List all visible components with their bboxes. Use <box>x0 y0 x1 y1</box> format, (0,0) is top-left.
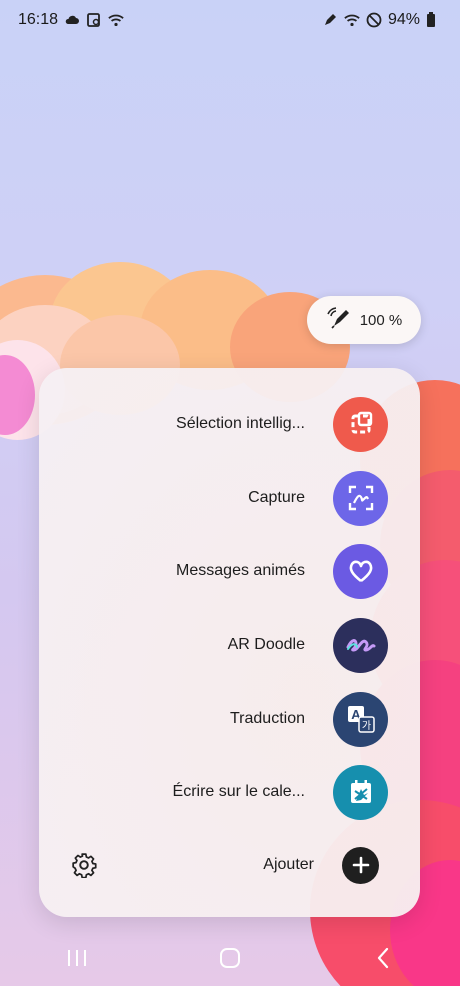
air-command-item-capture[interactable]: Capture <box>39 468 420 528</box>
add-shortcut-button[interactable]: Ajouter <box>39 835 420 895</box>
recent-apps-button[interactable] <box>57 938 97 978</box>
air-command-item-translate[interactable]: Traduction A가 <box>39 689 420 749</box>
add-label: Ajouter <box>263 856 314 873</box>
s-pen-battery-text: 100 % <box>359 311 403 329</box>
live-message-icon <box>333 543 388 599</box>
svg-text:가: 가 <box>361 720 370 732</box>
item-label: Écrire sur le cale... <box>172 783 305 800</box>
air-command-panel: Sélection intellig... Capture Messages a… <box>39 368 420 917</box>
wifi-share-icon <box>108 12 124 28</box>
battery-icon <box>426 12 442 28</box>
air-command-item-write-on-calendar[interactable]: Écrire sur le cale... <box>39 762 420 822</box>
item-label: Traduction <box>230 710 305 727</box>
s-pen-icon <box>326 306 352 334</box>
pen-icon <box>322 12 338 28</box>
item-label: Sélection intellig... <box>176 415 305 432</box>
dnd-icon <box>366 12 382 28</box>
air-command-item-live-message[interactable]: Messages animés <box>39 541 420 601</box>
s-pen-battery-indicator[interactable]: 100 % <box>307 296 421 344</box>
screen-write-icon <box>333 470 388 526</box>
item-label: AR Doodle <box>227 636 305 653</box>
cloud-icon <box>64 12 80 28</box>
calendar-write-icon <box>333 764 388 820</box>
smart-select-icon <box>333 396 388 452</box>
back-button[interactable] <box>363 938 403 978</box>
item-label: Capture <box>248 489 305 506</box>
status-time: 16:18 <box>18 11 59 28</box>
item-label: Messages animés <box>176 562 305 579</box>
home-button[interactable] <box>210 938 250 978</box>
battery-percent: 94% <box>387 11 420 28</box>
navigation-bar <box>0 930 460 986</box>
air-command-item-smart-select[interactable]: Sélection intellig... <box>39 394 420 454</box>
ar-doodle-icon <box>333 617 388 673</box>
home-icon <box>219 948 240 968</box>
plus-icon <box>342 846 379 884</box>
wifi-icon <box>344 12 360 28</box>
recent-apps-icon <box>67 950 86 966</box>
back-icon <box>378 947 389 969</box>
translate-icon: A가 <box>333 691 388 747</box>
air-command-item-ar-doodle[interactable]: AR Doodle <box>39 615 420 675</box>
screenshot-icon <box>86 12 102 28</box>
status-bar: 16:18 94% <box>0 0 460 40</box>
